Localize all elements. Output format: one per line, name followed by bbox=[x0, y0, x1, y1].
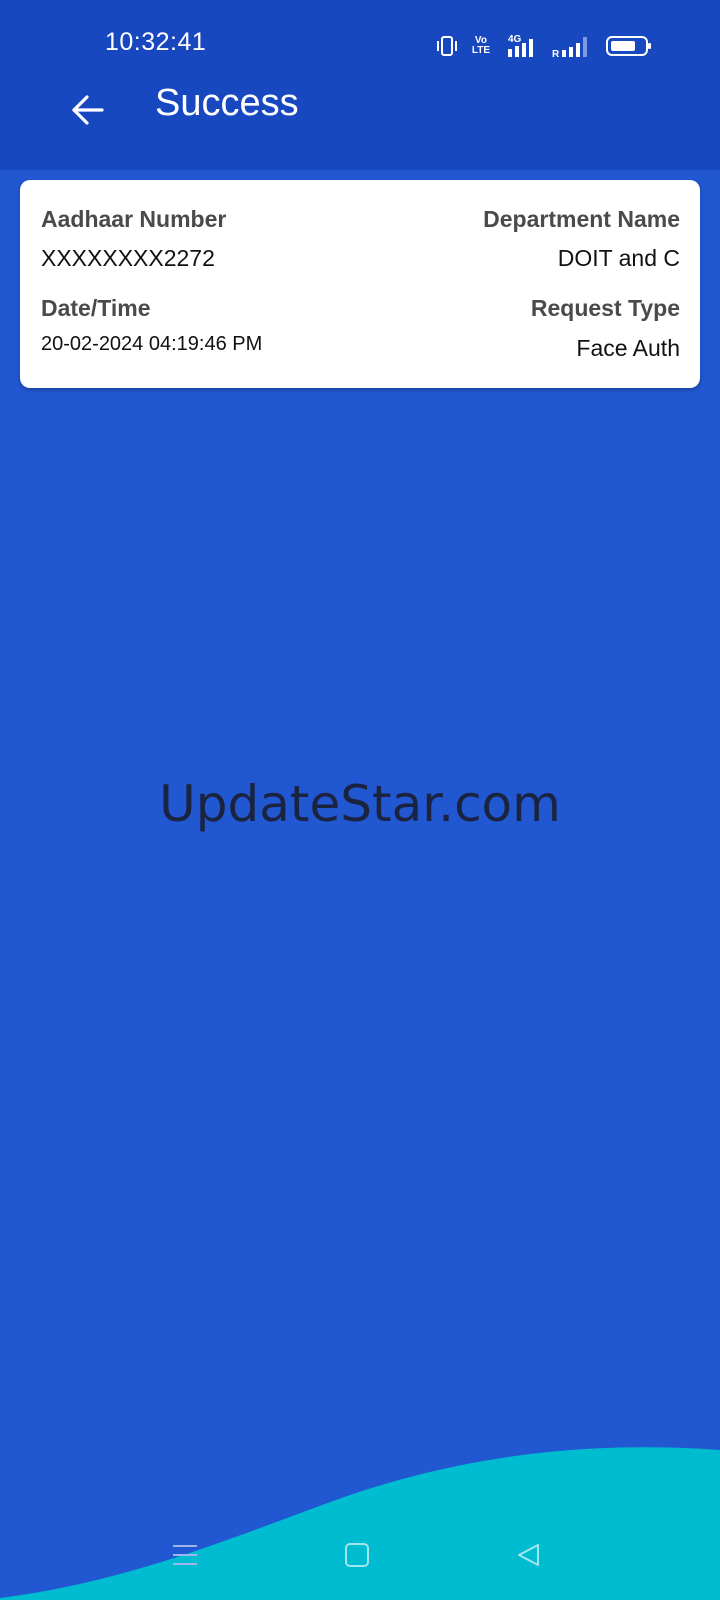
status-icons: Vo LTE 4G R bbox=[436, 32, 652, 60]
volte-icon: Vo LTE bbox=[472, 36, 490, 56]
home-square-icon[interactable] bbox=[332, 1530, 382, 1580]
department-name-label: Department Name bbox=[483, 206, 680, 232]
vibrate-icon bbox=[436, 35, 458, 57]
aadhaar-number-value: XXXXXXXX2272 bbox=[41, 245, 215, 271]
network-type-label: 4G bbox=[508, 34, 522, 45]
aadhaar-number-label: Aadhaar Number bbox=[41, 206, 227, 232]
system-navigation-bar bbox=[0, 1520, 720, 1590]
back-triangle-icon[interactable] bbox=[504, 1530, 554, 1580]
volte-bottom-label: LTE bbox=[471, 45, 490, 56]
transaction-details-card: Aadhaar Number XXXXXXXX2272 Date/Time 20… bbox=[20, 180, 700, 388]
department-name-value: DOIT and C bbox=[557, 245, 680, 271]
battery-icon bbox=[606, 34, 652, 58]
back-arrow-icon[interactable] bbox=[66, 88, 110, 132]
datetime-label: Date/Time bbox=[41, 295, 151, 321]
signal-bars-icon: 4G bbox=[504, 33, 538, 59]
watermark-text: UpdateStar.com bbox=[159, 775, 561, 833]
app-header: 10:32:41 Vo LTE 4G R Success bbox=[0, 0, 720, 170]
request-type-value: Face Auth bbox=[576, 335, 680, 361]
roaming-signal-icon: R bbox=[552, 33, 592, 59]
page-title: Success bbox=[155, 82, 299, 124]
menu-icon[interactable] bbox=[160, 1530, 210, 1580]
roaming-label: R bbox=[552, 49, 560, 59]
status-time: 10:32:41 bbox=[105, 28, 207, 56]
request-type-label: Request Type bbox=[530, 295, 680, 321]
datetime-value: 20-02-2024 04:19:46 PM bbox=[41, 333, 263, 355]
